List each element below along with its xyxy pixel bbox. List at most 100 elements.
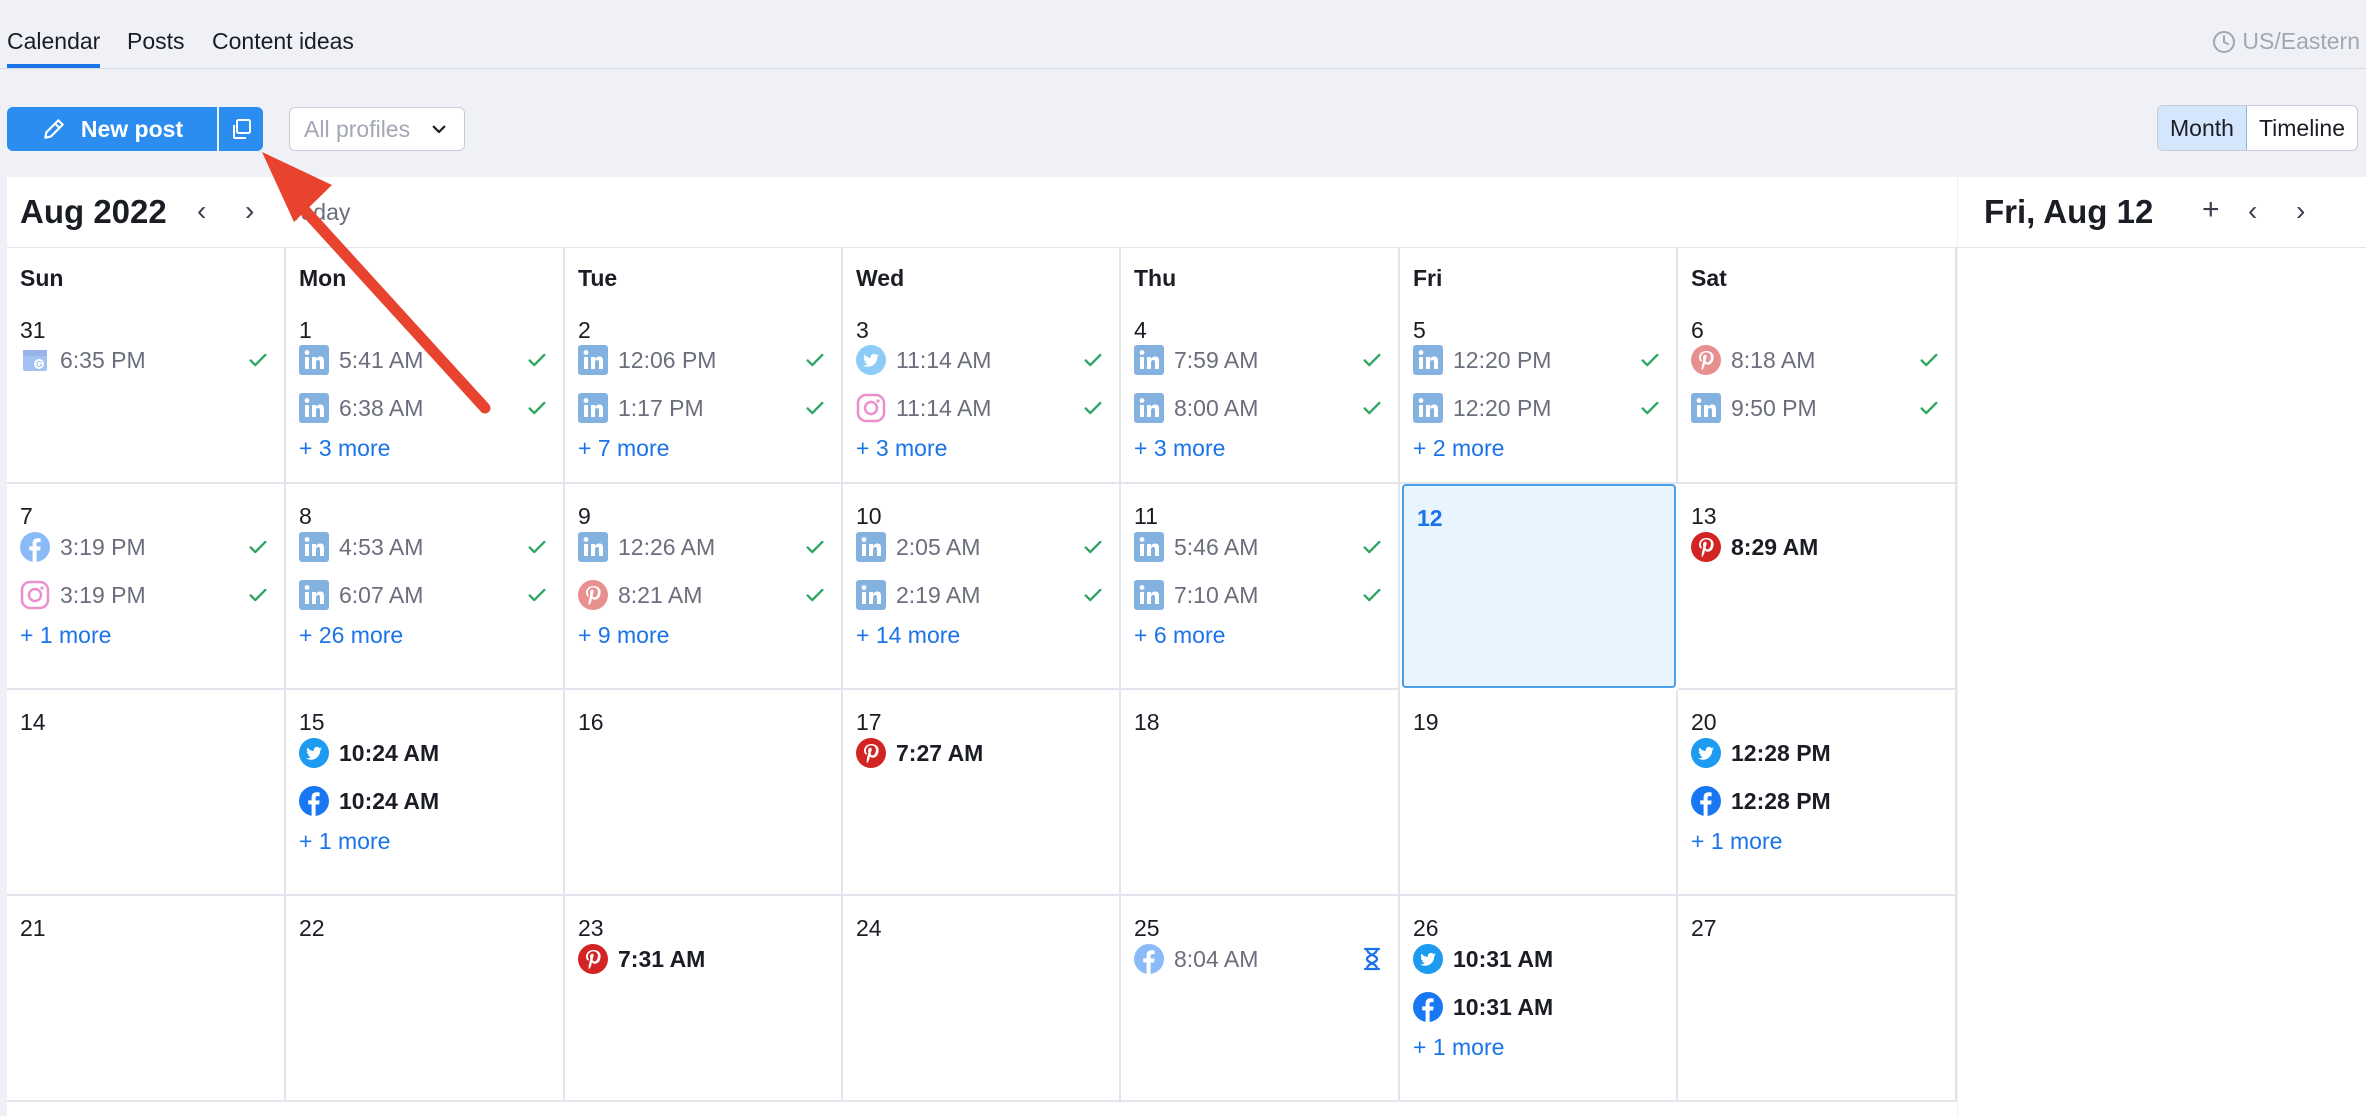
scheduled-post[interactable]: 12:28 PM — [1691, 736, 1941, 770]
scheduled-post[interactable]: 6:38 AM — [299, 391, 549, 425]
scheduled-post[interactable]: 10:24 AM — [299, 784, 549, 818]
calendar-day-cell[interactable]: 23 7:31 AM — [565, 896, 843, 1102]
calendar-day-cell[interactable]: 22 — [286, 896, 565, 1102]
calendar-day-cell[interactable]: Thu 4 7:59 AM 8:00 AM + 3 more — [1121, 248, 1400, 484]
calendar-day-cell[interactable]: 20 12:28 PM 12:28 PM + 1 more — [1678, 690, 1957, 896]
scheduled-post[interactable]: 8:21 AM — [578, 578, 827, 612]
calendar-day-cell[interactable]: Tue 2 12:06 PM 1:17 PM + 7 more — [565, 248, 843, 484]
calendar-day-cell[interactable]: 14 — [7, 690, 286, 896]
calendar-day-cell[interactable]: Sat 6 8:18 AM 9:50 PM — [1678, 248, 1957, 484]
calendar-day-cell[interactable]: Fri 5 12:20 PM 12:20 PM + 2 more — [1400, 248, 1678, 484]
profiles-select[interactable]: All profiles — [289, 107, 465, 151]
calendar-day-cell[interactable]: 26 10:31 AM 10:31 AM + 1 more — [1400, 896, 1678, 1102]
tab-posts[interactable]: Posts — [127, 28, 185, 55]
more-posts-link[interactable]: + 2 more — [1413, 435, 1504, 462]
scheduled-post[interactable]: 5:46 AM — [1134, 530, 1384, 564]
scheduled-post[interactable]: 12:06 PM — [578, 343, 827, 377]
scheduled-post[interactable]: 8:04 AM — [1134, 942, 1384, 976]
scheduled-post[interactable]: 7:59 AM — [1134, 343, 1384, 377]
scheduled-post[interactable]: 2:05 AM — [856, 530, 1105, 564]
calendar-day-cell[interactable]: 15 10:24 AM 10:24 AM + 1 more — [286, 690, 565, 896]
day-of-week-label: Tue — [578, 265, 618, 291]
calendar-day-cell[interactable]: Wed 3 11:14 AM 11:14 AM + 3 more — [843, 248, 1121, 484]
calendar-day-cell[interactable]: Mon 1 5:41 AM 6:38 AM + 3 more — [286, 248, 565, 484]
calendar-day-cell[interactable]: 8 4:53 AM 6:07 AM + 26 more — [286, 484, 565, 690]
calendar-day-cell[interactable]: 27 — [1678, 896, 1957, 1102]
post-time: 2:05 AM — [896, 533, 981, 560]
duplicate-post-button[interactable] — [219, 107, 263, 151]
more-posts-link[interactable]: + 1 more — [299, 828, 390, 855]
post-time: 12:28 PM — [1731, 739, 1831, 766]
calendar-day-cell[interactable]: 18 — [1121, 690, 1400, 896]
scheduled-post[interactable]: 2:19 AM — [856, 578, 1105, 612]
more-posts-link[interactable]: + 6 more — [1134, 622, 1225, 649]
more-posts-link[interactable]: + 1 more — [20, 622, 111, 649]
facebook-icon — [299, 786, 329, 816]
scheduled-post[interactable]: 9:50 PM — [1691, 391, 1941, 425]
scheduled-post[interactable]: 12:26 AM — [578, 530, 827, 564]
scheduled-post[interactable]: 12:20 PM — [1413, 343, 1662, 377]
scheduled-post[interactable]: 11:14 AM — [856, 343, 1105, 377]
calendar-day-cell[interactable]: 7 3:19 PM 3:19 PM + 1 more — [7, 484, 286, 690]
more-posts-link[interactable]: + 26 more — [299, 622, 403, 649]
scheduled-post[interactable]: 3:19 PM — [20, 530, 270, 564]
scheduled-post[interactable]: 7:27 AM — [856, 736, 1105, 770]
calendar-day-cell[interactable]: 25 8:04 AM — [1121, 896, 1400, 1102]
calendar-day-cell[interactable]: 9 12:26 AM 8:21 AM + 9 more — [565, 484, 843, 690]
calendar-day-cell[interactable]: 11 5:46 AM 7:10 AM + 6 more — [1121, 484, 1400, 690]
scheduled-post[interactable]: 8:00 AM — [1134, 391, 1384, 425]
calendar-day-cell[interactable]: Sun 31 G 6:35 PM — [7, 248, 286, 484]
post-time: 5:46 AM — [1174, 533, 1259, 560]
tab-calendar[interactable]: Calendar — [7, 28, 101, 68]
calendar-day-cell[interactable]: 19 — [1400, 690, 1678, 896]
calendar-day-cell[interactable]: 17 7:27 AM — [843, 690, 1121, 896]
gmb-icon: G — [20, 345, 50, 375]
clock-icon — [2213, 30, 2236, 53]
tab-content-ideas[interactable]: Content ideas — [212, 28, 354, 55]
more-posts-link[interactable]: + 14 more — [856, 622, 960, 649]
more-posts-link[interactable]: + 9 more — [578, 622, 669, 649]
more-posts-link[interactable]: + 1 more — [1691, 828, 1782, 855]
instagram-icon — [856, 393, 886, 423]
calendar-day-cell[interactable]: 10 2:05 AM 2:19 AM + 14 more — [843, 484, 1121, 690]
more-posts-link[interactable]: + 7 more — [578, 435, 669, 462]
scheduled-post[interactable]: 8:18 AM — [1691, 343, 1941, 377]
new-post-button[interactable]: New post — [7, 107, 217, 151]
scheduled-post[interactable]: 10:31 AM — [1413, 990, 1662, 1024]
today-button[interactable]: Today — [289, 199, 350, 226]
scheduled-post[interactable]: 7:10 AM — [1134, 578, 1384, 612]
view-month-button[interactable]: Month — [2158, 106, 2247, 150]
scheduled-post[interactable]: 1:17 PM — [578, 391, 827, 425]
prev-month-icon[interactable]: ‹ — [197, 195, 206, 227]
more-posts-link[interactable]: + 3 more — [299, 435, 390, 462]
add-icon[interactable]: + — [2202, 193, 2220, 227]
calendar-day-cell[interactable]: 12 — [1402, 484, 1676, 688]
scheduled-post[interactable]: 3:19 PM — [20, 578, 270, 612]
post-time: 10:31 AM — [1453, 945, 1554, 972]
day-number: 3 — [856, 317, 869, 343]
scheduled-post[interactable]: 5:41 AM — [299, 343, 549, 377]
prev-day-icon[interactable]: ‹ — [2248, 195, 2257, 227]
next-month-icon[interactable]: › — [245, 195, 254, 227]
scheduled-post[interactable]: 10:24 AM — [299, 736, 549, 770]
more-posts-link[interactable]: + 1 more — [1413, 1034, 1504, 1061]
calendar-day-cell[interactable]: 24 — [843, 896, 1121, 1102]
timezone-indicator[interactable]: US/Eastern — [2212, 28, 2360, 55]
scheduled-post[interactable]: 6:07 AM — [299, 578, 549, 612]
more-posts-link[interactable]: + 3 more — [856, 435, 947, 462]
scheduled-post[interactable]: 8:29 AM — [1691, 530, 1941, 564]
calendar-day-cell[interactable]: 16 — [565, 690, 843, 896]
scheduled-post[interactable]: 12:28 PM — [1691, 784, 1941, 818]
scheduled-post[interactable]: 12:20 PM — [1413, 391, 1662, 425]
scheduled-post[interactable]: G 6:35 PM — [20, 343, 270, 377]
more-posts-link[interactable]: + 3 more — [1134, 435, 1225, 462]
view-timeline-button[interactable]: Timeline — [2247, 106, 2357, 150]
scheduled-post[interactable]: 11:14 AM — [856, 391, 1105, 425]
calendar-day-cell[interactable]: 21 — [7, 896, 286, 1102]
linkedin-icon — [1134, 532, 1164, 562]
calendar-day-cell[interactable]: 13 8:29 AM — [1678, 484, 1957, 690]
next-day-icon[interactable]: › — [2296, 195, 2305, 227]
scheduled-post[interactable]: 4:53 AM — [299, 530, 549, 564]
scheduled-post[interactable]: 10:31 AM — [1413, 942, 1662, 976]
scheduled-post[interactable]: 7:31 AM — [578, 942, 827, 976]
